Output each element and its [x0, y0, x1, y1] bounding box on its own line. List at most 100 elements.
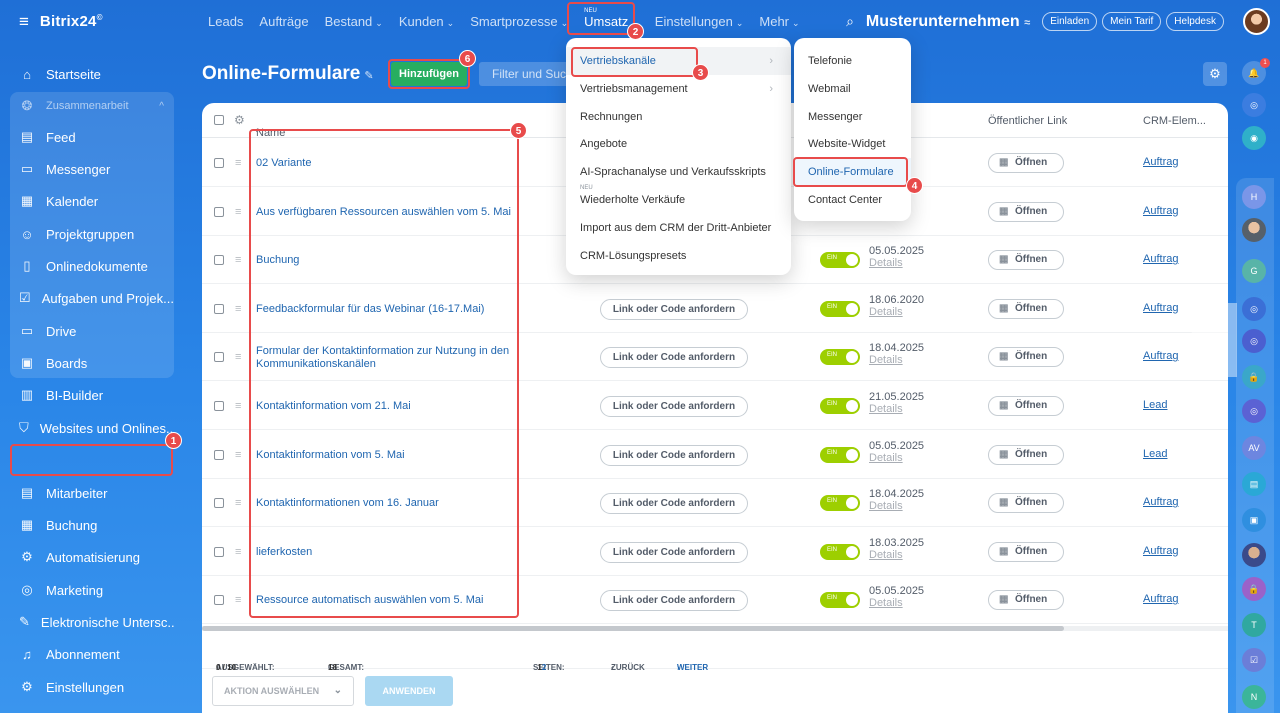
column-public-link[interactable]: Öffentlicher Link [988, 115, 1067, 127]
crm-element-link[interactable]: Auftrag [1143, 205, 1178, 217]
helpdesk-button[interactable]: Helpdesk [1166, 12, 1224, 31]
get-link-button[interactable]: Link oder Code anfordern [600, 493, 748, 515]
topnav-item-7[interactable]: Mehr ⌄ [751, 0, 807, 43]
open-button[interactable]: ▦ Öffnen [988, 201, 1064, 222]
drag-handle-icon[interactable]: ≡ [235, 401, 245, 412]
drag-handle-icon[interactable]: ≡ [235, 158, 245, 169]
crm-element-link[interactable]: Auftrag [1143, 156, 1178, 168]
open-button[interactable]: ▦ Öffnen [988, 493, 1064, 514]
open-button[interactable]: ▦ Öffnen [988, 298, 1064, 319]
topnav-item-1[interactable]: Aufträge [251, 0, 316, 43]
column-settings-icon[interactable]: ⚙ [234, 113, 245, 127]
sidebar-item-14[interactable]: ▦ Buchung [12, 509, 174, 541]
details-link[interactable]: Details [869, 306, 924, 318]
avatar-h[interactable]: H [1242, 185, 1266, 209]
menu-item-4[interactable]: AI-Sprachanalyse und Verkaufsskripts [566, 158, 791, 186]
sidebar-item-19[interactable]: ⚙ Einstellungen [12, 671, 174, 703]
get-link-button[interactable]: Link oder Code anfordern [600, 590, 748, 612]
active-toggle[interactable]: EIN [820, 446, 860, 463]
action-select[interactable]: AKTION AUSWÄHLEN ⌄ [212, 676, 354, 706]
row-checkbox[interactable] [214, 498, 224, 509]
channel-icon-3[interactable]: ◎ [1242, 399, 1266, 423]
drag-handle-icon[interactable]: ≡ [235, 595, 245, 606]
sidebar-item-16[interactable]: ◎ Marketing [12, 574, 174, 606]
id-card-icon[interactable]: ▣ [1242, 508, 1266, 532]
drag-handle-icon[interactable]: ≡ [235, 255, 245, 266]
active-toggle[interactable]: EIN [820, 543, 860, 560]
avatar-t[interactable]: T [1242, 613, 1266, 637]
open-button[interactable]: ▦ Öffnen [988, 541, 1064, 562]
copilot-icon[interactable]: ◎ [1242, 93, 1266, 117]
filter-search-input[interactable]: Filter und Suche [479, 62, 569, 86]
row-checkbox[interactable] [214, 303, 224, 314]
topnav-item-0[interactable]: Leads [200, 0, 251, 43]
topnav-item-2[interactable]: Bestand ⌄ [317, 0, 391, 43]
crm-element-link[interactable]: Auftrag [1143, 593, 1178, 605]
details-link[interactable]: Details [869, 403, 924, 415]
active-toggle[interactable]: EIN [820, 398, 860, 414]
my-plan-button[interactable]: Mein Tarif [1102, 12, 1162, 31]
crm-element-link[interactable]: Auftrag [1143, 302, 1178, 314]
sidebar-item-15[interactable]: ⚙ Automatisierung [12, 541, 174, 573]
chevron-up-icon[interactable]: ^ [159, 101, 164, 112]
chat-icon[interactable]: ▤ [1242, 472, 1266, 496]
sidebar-item-0[interactable]: ⌂ Startseite [12, 58, 174, 90]
crm-element-link[interactable]: Auftrag [1143, 350, 1178, 362]
submenu-item-1[interactable]: Webmail [794, 75, 911, 103]
sidebar-item-17[interactable]: ✎ Elektronische Untersc... [12, 606, 174, 638]
lock-icon[interactable]: 🔒 [1242, 365, 1266, 389]
sidebar-item-9[interactable]: ▣ Boards [12, 347, 174, 379]
avatar-av[interactable]: AV [1242, 436, 1266, 460]
pin-icon[interactable]: ✎ [364, 70, 373, 82]
crm-element-link[interactable]: Lead [1143, 448, 1167, 460]
active-toggle[interactable]: EIN [820, 349, 860, 366]
lock-icon-2[interactable]: 🔒 [1242, 577, 1266, 601]
channel-icon[interactable]: ◎ [1242, 297, 1266, 321]
topnav-item-4[interactable]: Smartprozesse ⌄ [462, 0, 576, 43]
drag-handle-icon[interactable]: ≡ [235, 546, 245, 557]
avatar-photo-2[interactable] [1242, 543, 1266, 567]
sidebar-item-4[interactable]: ▦ Kalender [12, 185, 174, 217]
topnav-item-6[interactable]: Einstellungen ⌄ [647, 0, 752, 43]
apply-button[interactable]: ANWENDEN [365, 676, 453, 706]
sidebar-item-18[interactable]: ♫ Abonnement [12, 638, 174, 670]
avatar-n[interactable]: N [1242, 685, 1266, 709]
sidebar-item-8[interactable]: ▭ Drive [12, 315, 174, 347]
sidebar-item-2[interactable]: ▤ Feed [12, 121, 174, 153]
active-toggle[interactable]: EIN [820, 592, 860, 609]
row-checkbox[interactable] [214, 158, 224, 168]
topnav-item-3[interactable]: Kunden ⌄ [391, 0, 462, 43]
gear-icon[interactable]: ⚙ [1203, 62, 1227, 86]
drag-handle-icon[interactable]: ≡ [235, 449, 245, 460]
search-assistant-icon[interactable]: ◉ [1242, 126, 1266, 150]
open-button[interactable]: ▦ Öffnen [988, 153, 1064, 173]
details-link[interactable]: Details [869, 452, 924, 464]
active-toggle[interactable]: EIN [820, 300, 860, 317]
active-toggle[interactable]: EIN [820, 495, 860, 512]
column-crm-element[interactable]: CRM-Elem... [1143, 115, 1206, 127]
invite-button[interactable]: Einladen [1042, 12, 1098, 31]
submenu-item-2[interactable]: Messenger [794, 103, 911, 131]
menu-icon[interactable]: ≡ [19, 13, 29, 30]
submenu-item-3[interactable]: Website-Widget [794, 130, 911, 158]
open-button[interactable]: ▦ Öffnen [988, 347, 1064, 368]
sidebar-item-3[interactable]: ▭ Messenger [12, 153, 174, 185]
details-link[interactable]: Details [869, 597, 924, 609]
submenu-item-0[interactable]: Telefonie [794, 47, 911, 75]
get-link-button[interactable]: Link oder Code anfordern [600, 298, 748, 320]
menu-item-2[interactable]: Rechnungen [566, 103, 791, 131]
row-checkbox[interactable] [214, 255, 224, 266]
drag-handle-icon[interactable]: ≡ [235, 206, 245, 217]
user-avatar[interactable] [1243, 8, 1270, 35]
crm-element-link[interactable]: Auftrag [1143, 253, 1178, 265]
get-link-button[interactable]: Link oder Code anfordern [600, 396, 748, 417]
details-link[interactable]: Details [869, 354, 924, 366]
details-link[interactable]: Details [869, 500, 924, 512]
open-button[interactable]: ▦ Öffnen [988, 396, 1064, 416]
drag-handle-icon[interactable]: ≡ [235, 352, 245, 363]
row-checkbox[interactable] [214, 595, 224, 606]
menu-item-5[interactable]: NEU Wiederholte Verkäufe [566, 185, 791, 214]
menu-item-6[interactable]: Import aus dem CRM der Dritt-Anbieter [566, 214, 791, 242]
row-checkbox[interactable] [214, 206, 224, 217]
get-link-button[interactable]: Link oder Code anfordern [600, 444, 748, 466]
